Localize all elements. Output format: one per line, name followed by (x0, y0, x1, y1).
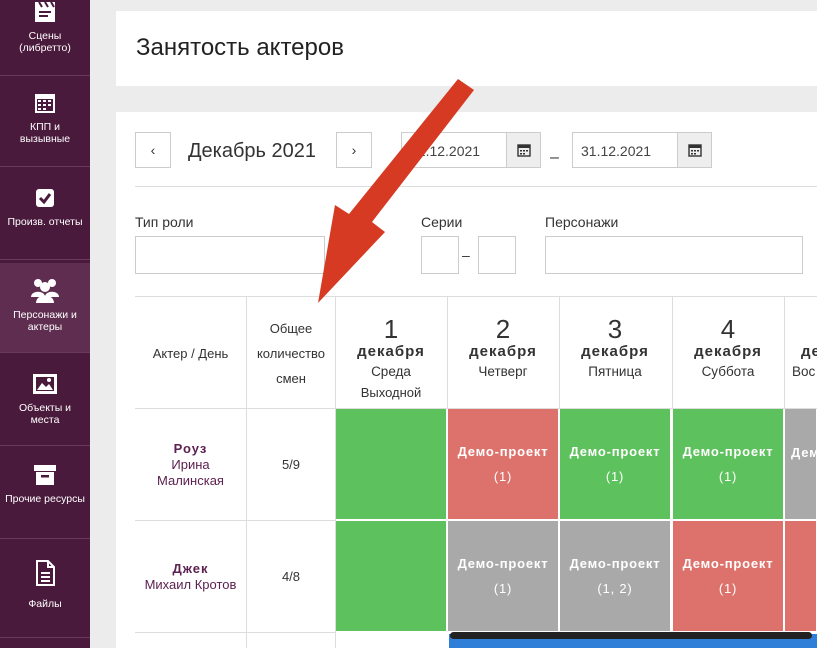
annotation-arrow-icon (318, 79, 474, 303)
